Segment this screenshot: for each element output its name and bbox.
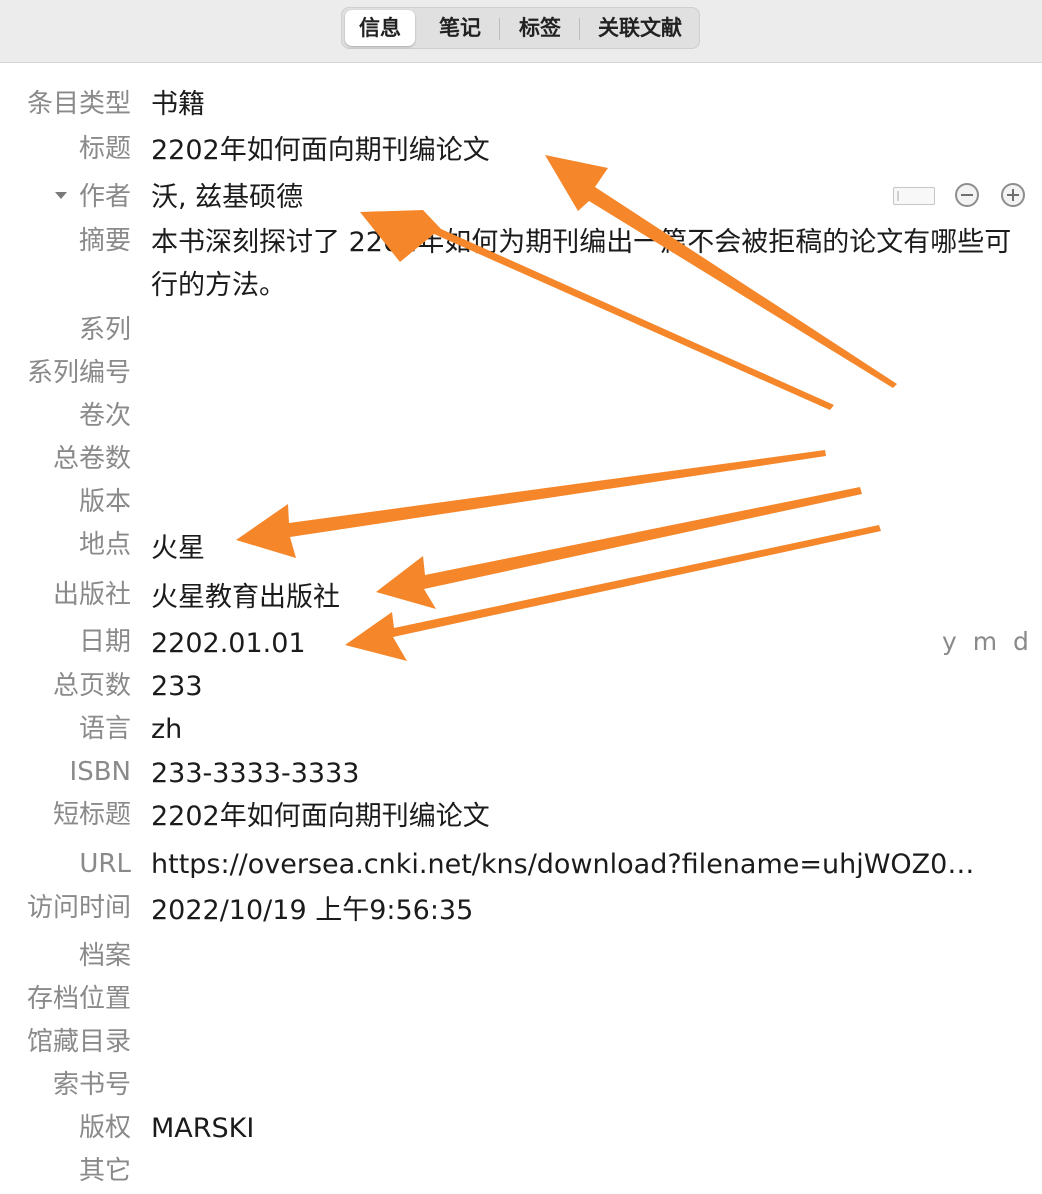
label-place: 地点 [78, 530, 131, 560]
plus-icon-v [1012, 189, 1014, 201]
label-language: 语言 [78, 714, 131, 744]
arrow-to-publisher [376, 487, 862, 609]
label-accessed: 访问时间 [26, 893, 131, 923]
label-num-pages: 总页数 [52, 671, 131, 701]
remove-creator-button[interactable] [955, 183, 979, 207]
value-num-pages[interactable]: 233 [151, 673, 203, 700]
value-publisher[interactable]: 火星教育出版社 [151, 584, 340, 611]
label-short-title: 短标题 [52, 800, 131, 830]
label-num-volumes: 总卷数 [52, 444, 131, 474]
disclosure-triangle-icon[interactable] [55, 192, 67, 199]
label-archive-location: 存档位置 [26, 984, 131, 1014]
label-edition: 版本 [78, 487, 131, 517]
minus-icon [961, 194, 973, 196]
value-url[interactable]: https://oversea.cnki.net/kns/download?fi… [151, 851, 1011, 878]
value-title[interactable]: 2202年如何面向期刊编论文 [151, 137, 490, 164]
tab-tags[interactable]: 标签 [502, 10, 578, 46]
value-language[interactable]: zh [151, 716, 182, 743]
label-archive: 档案 [78, 941, 131, 971]
label-series-number: 系列编号 [26, 358, 131, 388]
label-volume: 卷次 [78, 401, 131, 431]
label-extra: 其它 [78, 1156, 131, 1186]
tab-related[interactable]: 关联文献 [582, 10, 698, 46]
label-url: URL [79, 849, 131, 879]
value-place[interactable]: 火星 [151, 535, 205, 562]
label-series: 系列 [78, 315, 131, 345]
value-author[interactable]: 沃, 兹基硕德 [151, 184, 303, 211]
label-author: 作者 [78, 182, 131, 212]
label-isbn: ISBN [69, 757, 131, 787]
tab-divider [579, 18, 580, 40]
arrow-to-date [345, 525, 881, 661]
tab-bar: 信息 笔记 标签 关联文献 [0, 0, 1042, 63]
tab-group: 信息 笔记 标签 关联文献 [341, 7, 700, 49]
label-title: 标题 [78, 134, 131, 164]
tab-notes[interactable]: 笔记 [422, 10, 498, 46]
tab-divider [499, 18, 500, 40]
value-rights[interactable]: MARSKI [151, 1115, 254, 1142]
arrow-to-place [236, 450, 826, 558]
value-short-title[interactable]: 2202年如何面向期刊编论文 [151, 803, 490, 830]
value-date[interactable]: 2202.01.01 [151, 630, 306, 657]
value-isbn[interactable]: 233-3333-3333 [151, 760, 359, 787]
value-abstract[interactable]: 本书深刻探讨了 2202年如何为期刊编出一篇不会被拒稿的论文有哪些可行的方法。 [151, 221, 1021, 307]
add-creator-button[interactable] [1001, 183, 1025, 207]
label-call-number: 索书号 [52, 1070, 131, 1100]
tab-info[interactable]: 信息 [345, 10, 415, 46]
label-abstract: 摘要 [78, 226, 131, 256]
author-mode-toggle[interactable] [893, 187, 935, 205]
value-accessed[interactable]: 2022/10/19 上午9:56:35 [151, 897, 473, 924]
label-publisher: 出版社 [52, 580, 131, 610]
label-rights: 版权 [78, 1113, 131, 1143]
label-date: 日期 [78, 627, 131, 657]
value-item-type[interactable]: 书籍 [151, 91, 205, 118]
date-format-hint: y m d [942, 627, 1033, 656]
label-item-type: 条目类型 [26, 89, 131, 119]
label-library-catalog: 馆藏目录 [26, 1027, 131, 1057]
